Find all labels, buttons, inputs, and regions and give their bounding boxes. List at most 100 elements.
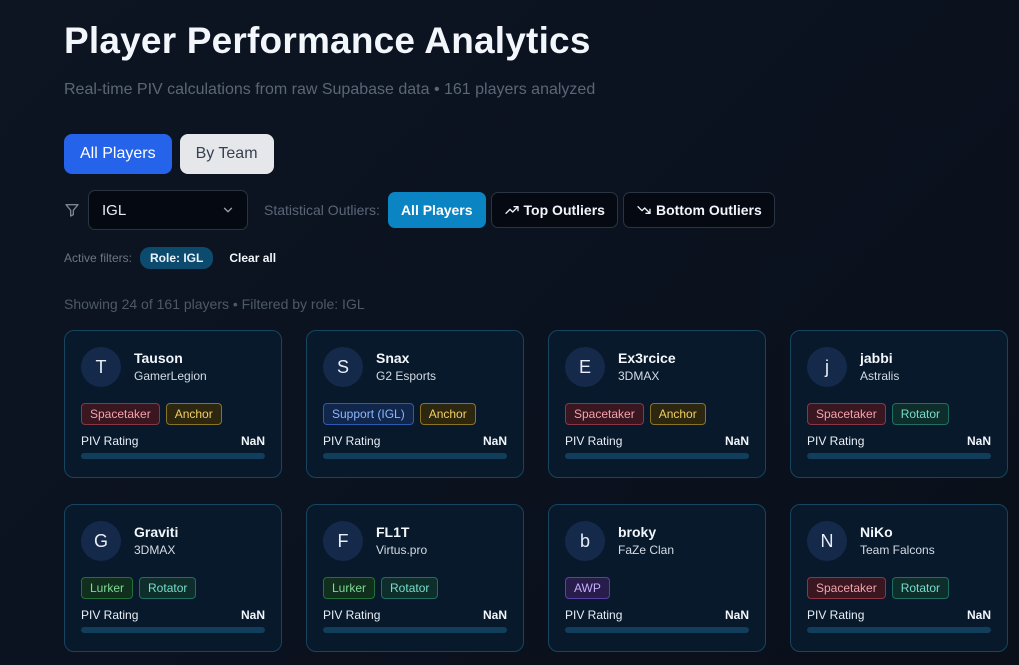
player-name: Graviti — [134, 523, 179, 540]
outliers-label: Statistical Outliers: — [264, 202, 380, 218]
player-card[interactable]: N NiKo Team Falcons Spacetaker Rotator PI… — [790, 504, 1008, 652]
piv-row: PIV Rating NaN — [323, 434, 507, 448]
role-tag: Spacetaker — [565, 403, 644, 425]
role-tag: Lurker — [323, 577, 376, 599]
player-card-header: N NiKo Team Falcons — [807, 521, 991, 561]
chevron-down-icon — [223, 207, 233, 213]
analytics-page: Player Performance Analytics Real-time P… — [0, 0, 1019, 665]
piv-progress-bar — [565, 453, 749, 459]
role-tag: Anchor — [419, 403, 476, 425]
avatar: b — [565, 521, 605, 561]
piv-label: PIV Rating — [81, 608, 139, 622]
player-card-header: S Snax G2 Esports — [323, 347, 507, 387]
role-select[interactable]: IGL — [88, 190, 248, 230]
player-name: Ex3rcice — [618, 349, 676, 366]
piv-label: PIV Rating — [323, 608, 381, 622]
view-tabs: All Players By Team — [64, 134, 274, 174]
player-card[interactable]: j jabbi Astralis Spacetaker Rotator PIV R… — [790, 330, 1008, 478]
player-name: FL1T — [376, 523, 410, 540]
role-tags: Spacetaker Rotator — [807, 577, 991, 599]
piv-value: NaN — [966, 608, 991, 622]
player-team: Virtus.pro — [376, 542, 428, 557]
role-tag: Rotator — [891, 403, 950, 425]
player-team: GamerLegion — [134, 368, 207, 383]
piv-value: NaN — [240, 608, 265, 622]
role-tags: Spacetaker Anchor — [565, 403, 749, 425]
piv-value: NaN — [240, 434, 265, 448]
avatar: T — [81, 347, 121, 387]
outlier-all-label: All Players — [400, 202, 473, 218]
top-outliers-button[interactable]: Top Outliers — [490, 192, 618, 228]
player-name: broky — [618, 523, 657, 540]
avatar: N — [807, 521, 847, 561]
role-select-value: IGL — [102, 201, 127, 219]
piv-row: PIV Rating NaN — [565, 608, 749, 622]
avatar: E — [565, 347, 605, 387]
role-tag: Rotator — [139, 577, 197, 599]
piv-row: PIV Rating NaN — [565, 434, 749, 448]
player-team: G2 Esports — [376, 368, 437, 383]
piv-progress-bar — [323, 627, 507, 633]
bottom-outliers-button[interactable]: Bottom Outliers — [622, 192, 775, 228]
clear-all-button[interactable]: Clear all — [229, 251, 276, 265]
piv-label: PIV Rating — [81, 434, 139, 448]
piv-label: PIV Rating — [807, 434, 865, 448]
filter-chip-role[interactable]: Role: IGL — [140, 247, 214, 269]
player-card[interactable]: F FL1T Virtus.pro Lurker Rotator PIV Rati… — [306, 504, 524, 652]
role-tag: Rotator — [891, 577, 950, 599]
avatar: S — [323, 347, 363, 387]
piv-row: PIV Rating NaN — [81, 434, 265, 448]
role-tag: Spacetaker — [81, 403, 160, 425]
trending-down-icon — [637, 206, 651, 214]
piv-label: PIV Rating — [565, 434, 623, 448]
page-subtitle: Real-time PIV calculations from raw Supa… — [64, 81, 596, 98]
role-tags: Lurker Rotator — [81, 577, 265, 599]
piv-value: NaN — [724, 608, 749, 622]
player-card[interactable]: b broky FaZe Clan AWP PIV Rating NaN — [548, 504, 766, 652]
player-card-header: E Ex3rcice 3DMAX — [565, 347, 749, 387]
role-tag: Lurker — [81, 577, 134, 599]
piv-label: PIV Rating — [807, 608, 865, 622]
results-count: Showing 24 of 161 players • Filtered by … — [64, 296, 365, 312]
player-card[interactable]: S Snax G2 Esports Support (IGL) Anchor PI… — [306, 330, 524, 478]
player-info: jabbi Astralis — [860, 350, 899, 385]
player-card-header: G Graviti 3DMAX — [81, 521, 265, 561]
player-card[interactable]: E Ex3rcice 3DMAX Spacetaker Anchor PIV Ra… — [548, 330, 766, 478]
tab-all-players[interactable]: All Players — [64, 134, 172, 174]
role-tags: Spacetaker Anchor — [81, 403, 265, 425]
player-team: FaZe Clan — [618, 542, 675, 557]
player-name: NiKo — [860, 523, 893, 540]
player-card[interactable]: G Graviti 3DMAX Lurker Rotator PIV Rating… — [64, 504, 282, 652]
page-title: Player Performance Analytics — [64, 20, 591, 61]
player-team: 3DMAX — [618, 368, 660, 383]
outlier-all-players-button[interactable]: All Players — [387, 192, 486, 228]
player-card[interactable]: T Tauson GamerLegion Spacetaker Anchor PI… — [64, 330, 282, 478]
piv-value: NaN — [724, 434, 749, 448]
player-team: 3DMAX — [134, 542, 176, 557]
piv-progress-bar — [81, 453, 265, 459]
role-tags: Lurker Rotator — [323, 577, 507, 599]
active-filters: Active filters: Role: IGL Clear all — [64, 247, 276, 269]
piv-progress-bar — [81, 627, 265, 633]
player-team: Astralis — [860, 368, 900, 383]
player-card-header: b broky FaZe Clan — [565, 521, 749, 561]
player-card-header: F FL1T Virtus.pro — [323, 521, 507, 561]
funnel-icon — [65, 204, 79, 217]
active-filters-label: Active filters: — [64, 251, 133, 265]
role-tags: Support (IGL) Anchor — [323, 403, 507, 425]
player-info: broky FaZe Clan — [618, 524, 674, 559]
player-info: Ex3rcice 3DMAX — [618, 350, 676, 385]
player-info: NiKo Team Falcons — [860, 524, 935, 559]
role-tag: Support (IGL) — [323, 403, 414, 425]
trending-up-icon — [504, 206, 519, 214]
role-tags: AWP — [565, 577, 749, 599]
avatar: G — [81, 521, 121, 561]
bottom-outliers-label: Bottom Outliers — [655, 202, 762, 218]
piv-progress-bar — [807, 453, 991, 459]
tab-by-team[interactable]: By Team — [179, 134, 274, 174]
player-card-grid: T Tauson GamerLegion Spacetaker Anchor PI… — [64, 330, 1008, 652]
piv-row: PIV Rating NaN — [807, 608, 991, 622]
piv-value: NaN — [482, 608, 507, 622]
piv-row: PIV Rating NaN — [807, 434, 991, 448]
top-outliers-label: Top Outliers — [523, 202, 605, 218]
